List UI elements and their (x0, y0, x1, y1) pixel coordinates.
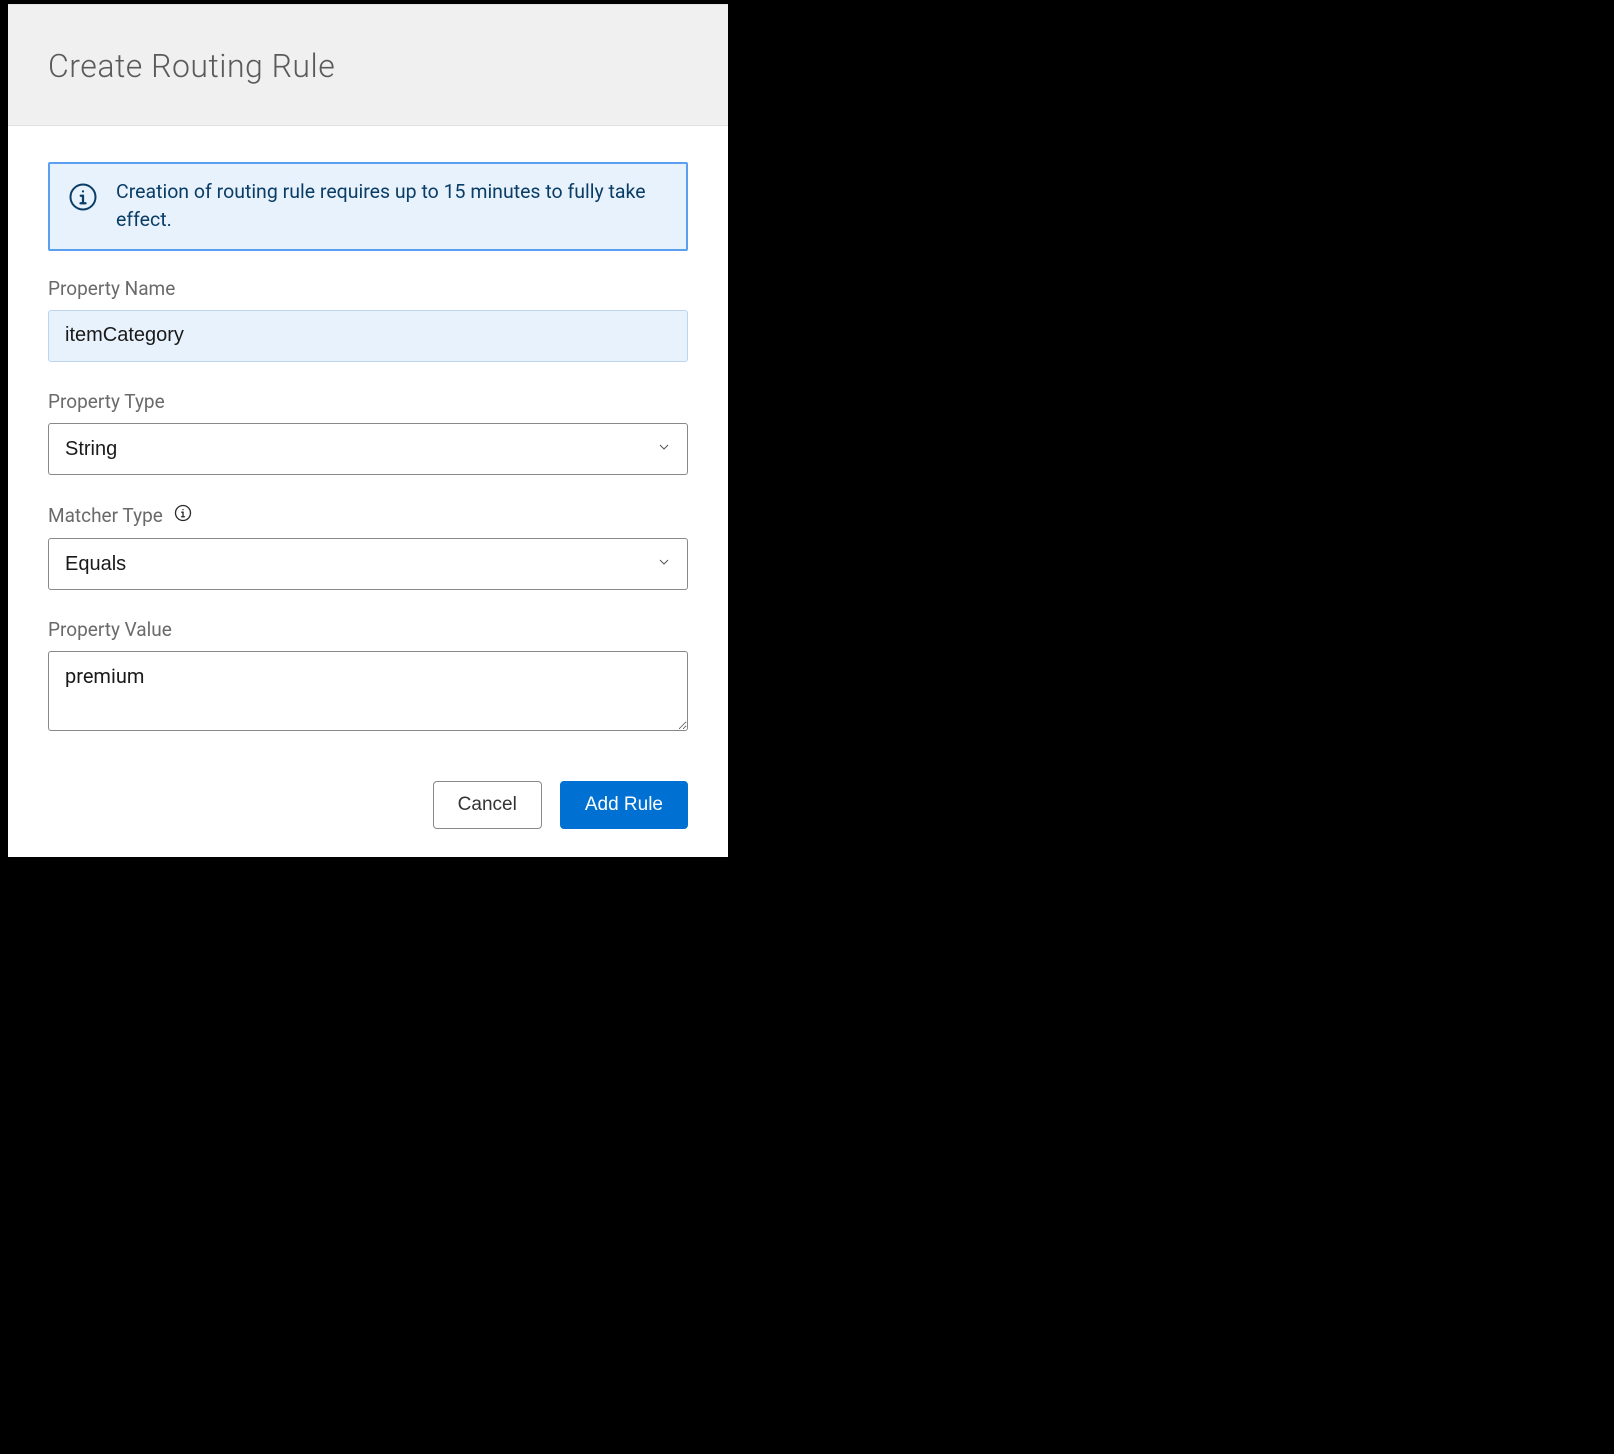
property-name-input[interactable] (48, 310, 688, 362)
property-name-group: Property Name (48, 277, 688, 362)
property-type-select[interactable]: String (48, 423, 688, 475)
create-routing-rule-modal: Create Routing Rule Creation of routing … (8, 4, 728, 857)
info-icon (68, 178, 98, 216)
modal-footer: Cancel Add Rule (48, 763, 688, 829)
matcher-type-group: Matcher Type Equals (48, 503, 688, 590)
property-value-label: Property Value (48, 618, 688, 641)
property-type-group: Property Type String (48, 390, 688, 475)
property-value-group: Property Value premium (48, 618, 688, 735)
add-rule-button[interactable]: Add Rule (560, 781, 688, 829)
info-banner-text: Creation of routing rule requires up to … (116, 178, 668, 235)
matcher-type-label: Matcher Type (48, 504, 163, 527)
info-banner: Creation of routing rule requires up to … (48, 162, 688, 251)
info-icon[interactable] (173, 503, 193, 528)
modal-title: Create Routing Rule (48, 47, 688, 85)
property-type-label: Property Type (48, 390, 688, 413)
modal-header: Create Routing Rule (8, 5, 728, 126)
modal-body: Creation of routing rule requires up to … (8, 126, 728, 857)
property-value-textarea[interactable]: premium (48, 651, 688, 731)
property-name-label: Property Name (48, 277, 688, 300)
cancel-button[interactable]: Cancel (433, 781, 542, 829)
matcher-type-select[interactable]: Equals (48, 538, 688, 590)
